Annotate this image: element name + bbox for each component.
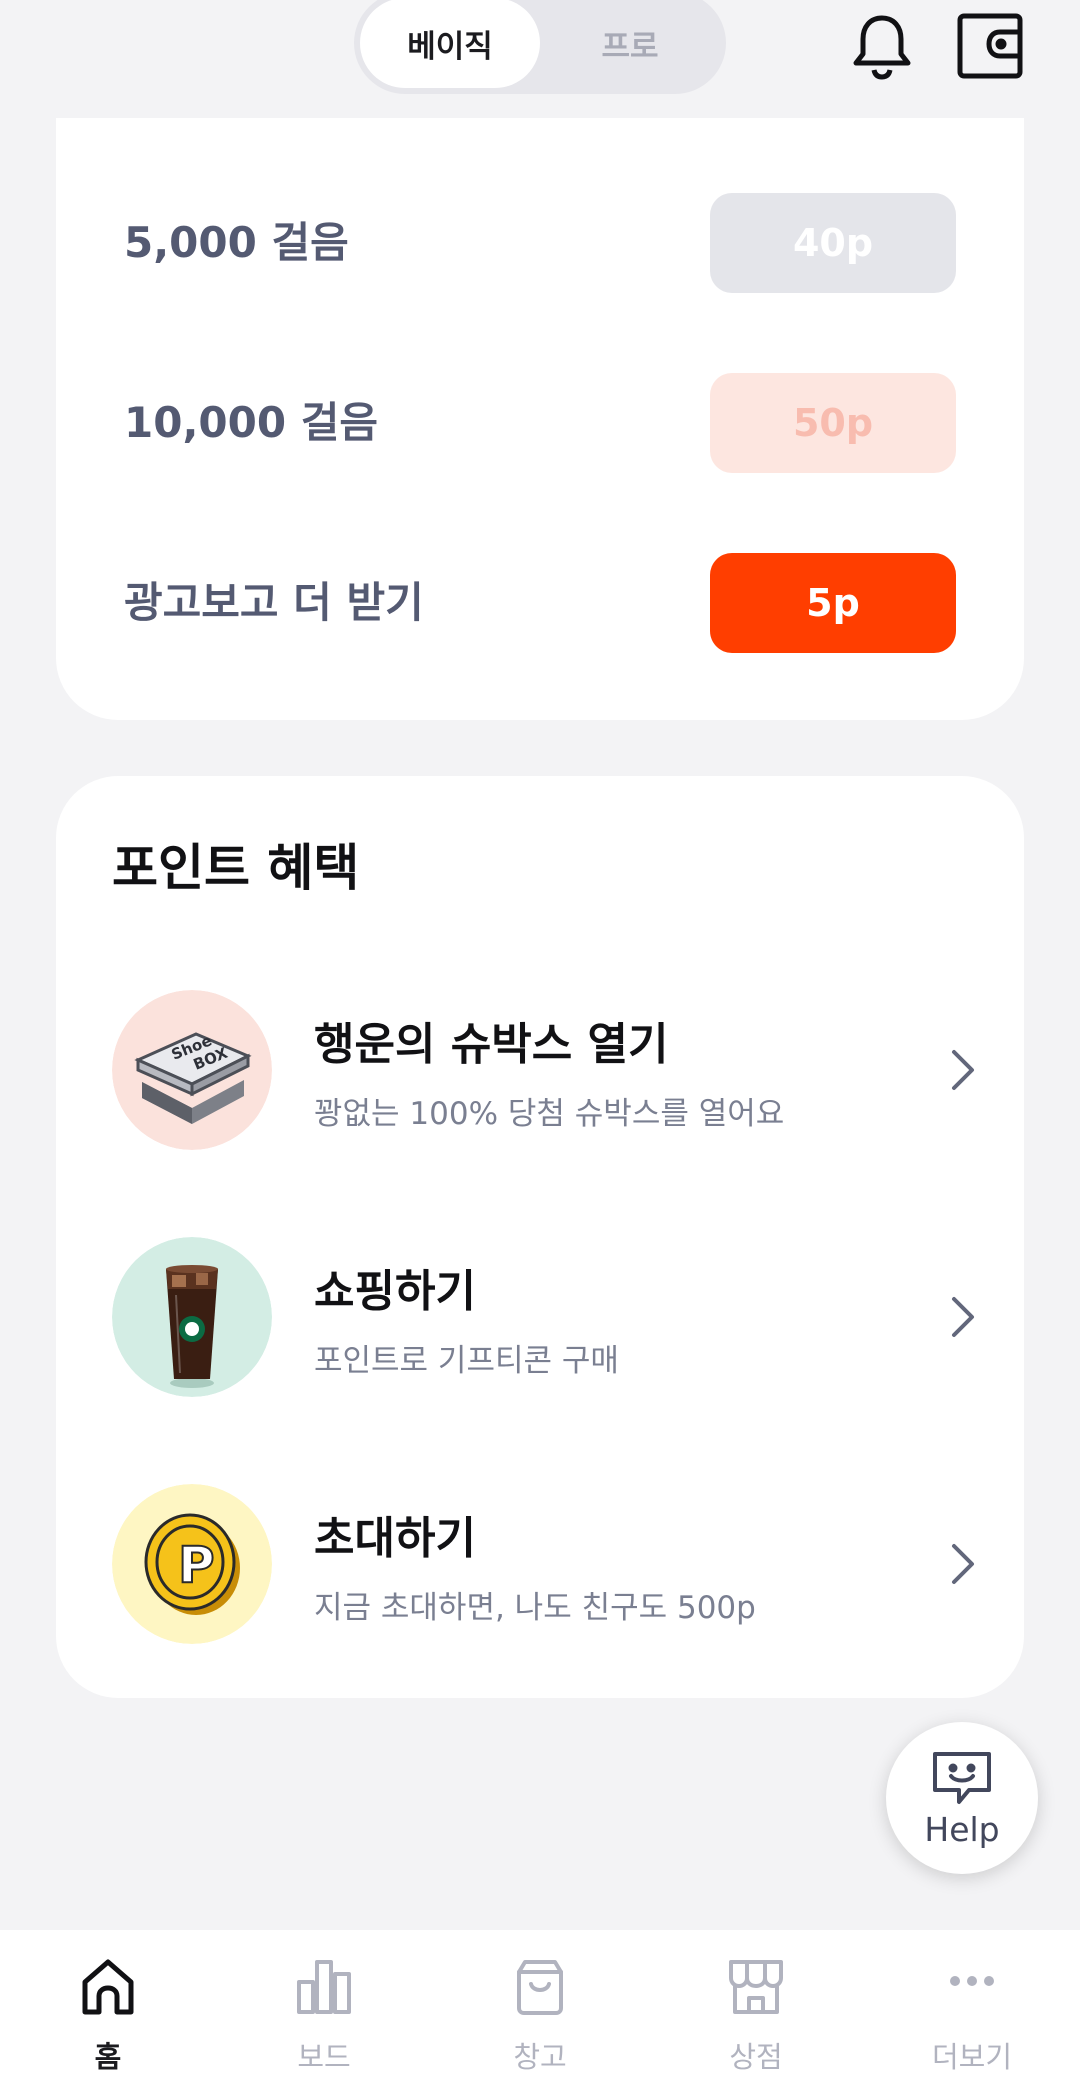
benefit-title: 쇼핑하기 <box>314 1266 476 1317</box>
step-goal-label: 10,000 걸음 <box>124 398 378 447</box>
point-benefits-card: 포인트 혜택 Shoe BOX 행운의 슈박스 열기 꽝없는 100% 당첨 슈… <box>56 776 1024 1698</box>
store-icon <box>729 1960 783 2014</box>
nav-label: 보드 <box>297 2040 351 2074</box>
claim-reward-button[interactable]: 50p <box>710 373 956 473</box>
benefit-subtitle: 포인트로 기프티콘 구매 <box>314 1343 619 1379</box>
chevron-right-icon <box>932 1040 992 1100</box>
watch-ad-reward-button[interactable]: 5p <box>710 553 956 653</box>
wallet-icon[interactable] <box>954 10 1026 82</box>
nav-item-store[interactable]: 상점 <box>648 1930 864 2084</box>
chart-icon <box>297 1960 351 2014</box>
bottom-nav: 홈 보드 창고 상점 더보기 <box>0 1930 1080 2084</box>
nav-item-home[interactable]: 홈 <box>0 1930 216 2084</box>
benefit-subtitle: 꽝없는 100% 당첨 슈박스를 열어요 <box>314 1096 785 1132</box>
mode-option-basic[interactable]: 베이직 <box>360 0 540 88</box>
mode-option-pro[interactable]: 프로 <box>540 0 720 88</box>
svg-text:P: P <box>178 1536 215 1594</box>
chat-smile-icon <box>933 1751 991 1804</box>
help-button[interactable]: Help <box>886 1722 1038 1874</box>
iced-coffee-icon <box>112 1237 272 1397</box>
benefit-item-invite[interactable]: P 초대하기 지금 초대하면, 나도 친구도 500p <box>56 1484 1024 1644</box>
top-header: 베이직 프로 <box>0 0 1080 118</box>
step-goal-label: 5,000 걸음 <box>124 218 349 267</box>
nav-label: 상점 <box>729 2040 783 2074</box>
benefit-subtitle: 지금 초대하면, 나도 친구도 500p <box>314 1590 756 1626</box>
nav-item-board[interactable]: 보드 <box>216 1930 432 2084</box>
ad-reward-row: 광고보고 더 받기 5p <box>56 553 1024 653</box>
chevron-right-icon <box>932 1534 992 1594</box>
point-coin-icon: P <box>112 1484 272 1644</box>
mode-toggle[interactable]: 베이직 프로 <box>354 0 726 94</box>
bell-icon[interactable] <box>846 10 918 82</box>
step-reward-row: 5,000 걸음 40p <box>56 193 1024 293</box>
nav-label: 창고 <box>513 2040 567 2074</box>
benefit-item-shopping[interactable]: 쇼핑하기 포인트로 기프티콘 구매 <box>56 1237 1024 1397</box>
benefit-title: 초대하기 <box>314 1513 476 1564</box>
nav-label: 홈 <box>94 2040 122 2074</box>
step-reward-row: 10,000 걸음 50p <box>56 373 1024 473</box>
claim-reward-button[interactable]: 40p <box>710 193 956 293</box>
home-icon <box>82 1959 134 2015</box>
benefit-title: 행운의 슈박스 열기 <box>314 1019 669 1070</box>
nav-label: 더보기 <box>931 2040 1013 2074</box>
help-label: Help <box>924 1809 1000 1849</box>
step-rewards-card: 5,000 걸음 40p 10,000 걸음 50p 광고보고 더 받기 5p <box>56 118 1024 720</box>
chevron-right-icon <box>932 1287 992 1347</box>
more-icon <box>950 1976 994 1986</box>
bag-icon <box>517 1960 563 2015</box>
shoebox-icon: Shoe BOX <box>112 990 272 1150</box>
nav-item-storage[interactable]: 창고 <box>432 1930 648 2084</box>
section-title: 포인트 혜택 <box>112 839 360 897</box>
ad-reward-label: 광고보고 더 받기 <box>124 578 424 627</box>
nav-item-more[interactable]: 더보기 <box>864 1930 1080 2084</box>
benefit-item-shoebox[interactable]: Shoe BOX 행운의 슈박스 열기 꽝없는 100% 당첨 슈박스를 열어요 <box>56 990 1024 1150</box>
